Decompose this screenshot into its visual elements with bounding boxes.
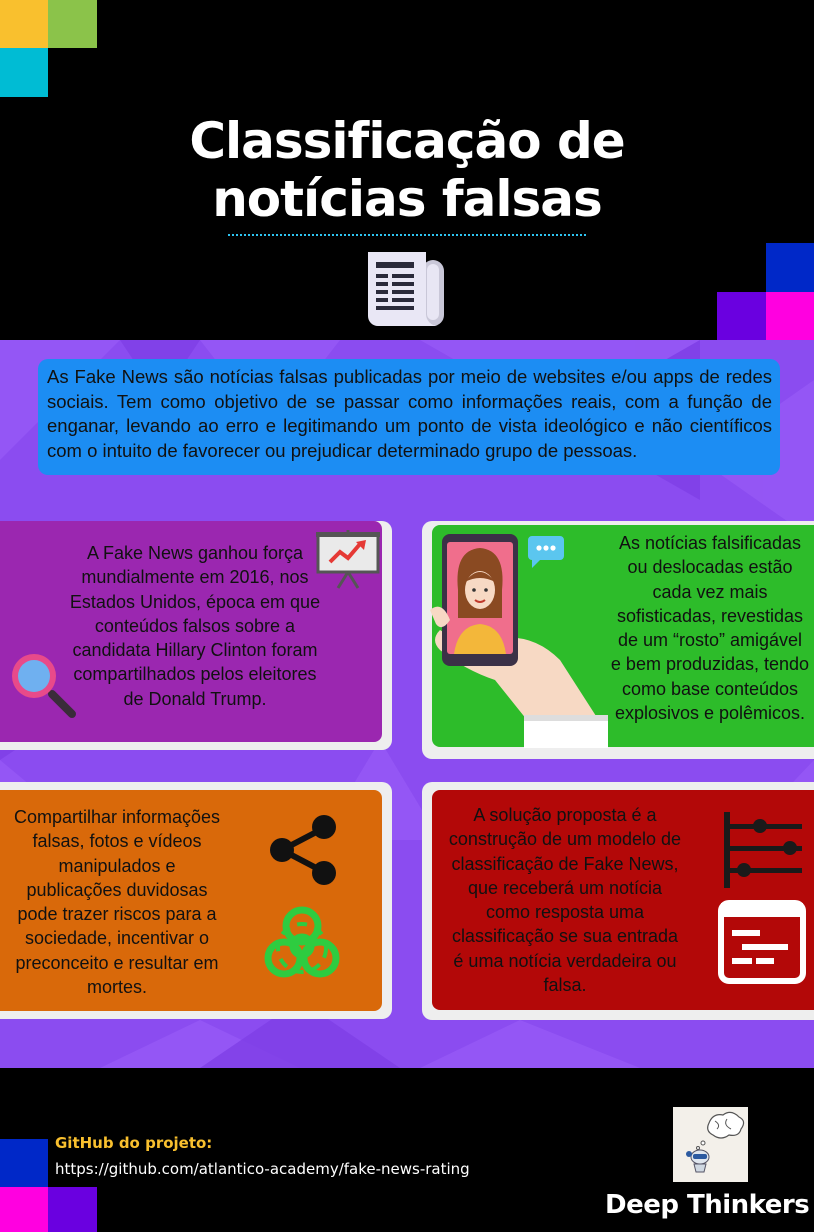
intro-text: As Fake News são notícias falsas publica… <box>47 366 772 461</box>
card-solution-line: como resposta uma <box>485 902 645 923</box>
card-risks-line: manipulados e <box>58 855 176 876</box>
card-risks-line: pode trazer riscos para a <box>17 904 217 925</box>
card-sophistication-line: explosivos e polêmicos. <box>614 703 806 724</box>
card-solution-line: A solução proposta é a <box>473 805 657 825</box>
presentation-chart-icon <box>316 530 380 590</box>
team-name: Deep Thinkers <box>605 1190 810 1220</box>
share-icon <box>268 814 340 886</box>
card-history-line: de Donald Trump. <box>123 688 267 709</box>
dashboard-icon <box>718 900 806 984</box>
corner-square-green <box>48 0 97 48</box>
robot-logo-icon <box>673 1107 748 1182</box>
magnifier-icon <box>8 650 78 720</box>
card-sophistication-line: e bem produzidas, tendo <box>610 654 810 675</box>
github-link[interactable]: https://github.com/atlantico-academy/fak… <box>55 1160 470 1178</box>
footer-square-blue <box>0 1139 48 1187</box>
page-title-line2: notícias falsas <box>212 170 603 228</box>
corner-square-cyan <box>0 48 48 97</box>
page-title: Classificação de notícias falsas <box>0 112 814 228</box>
smartphone-user-icon <box>430 530 610 748</box>
card-history-line: mundialmente em 2016, nos <box>81 567 309 588</box>
card-risks-line: mortes. <box>86 977 147 998</box>
card-risks-line: sociedade, incentivar o <box>24 928 210 949</box>
card-solution-text: A solução proposta é a construção de um … <box>440 803 690 997</box>
card-solution-line: classificação de Fake News, <box>451 853 679 874</box>
card-solution-line: construção de um modelo de <box>448 829 682 850</box>
card-solution-line: falsa. <box>543 975 587 996</box>
card-history-line: conteúdos falsos sobre a <box>94 615 296 636</box>
card-sophistication-text: As notícias falsificadas ou deslocadas e… <box>605 531 814 725</box>
card-sophistication-line: As notícias falsificadas <box>618 533 802 553</box>
card-history-line: compartilhados pelos eleitores <box>73 664 317 685</box>
corner-square-violet <box>717 292 766 340</box>
page-title-line1: Classificação de <box>189 112 625 170</box>
card-sophistication-line: ou deslocadas estão <box>627 557 793 578</box>
card-solution-line: que receberá um notícia <box>467 877 663 898</box>
card-solution-line: é uma notícia verdadeira ou <box>453 950 677 971</box>
corner-square-yellow <box>0 0 48 48</box>
card-sophistication-line: sofisticadas, revestidas <box>616 605 804 626</box>
corner-square-blue <box>766 243 814 292</box>
card-history-text: A Fake News ganhou força mundialmente em… <box>60 541 330 711</box>
card-risks-line: publicações duvidosas <box>26 879 208 900</box>
card-history-line: candidata Hillary Clinton foram <box>72 640 318 661</box>
chat-bubble-icon <box>528 534 564 568</box>
card-risks-line: Compartilhar informações <box>13 807 221 827</box>
card-risks-text: Compartilhar informações falsas, fotos e… <box>0 805 234 999</box>
intro-box: As Fake News são notícias falsas publica… <box>38 359 780 475</box>
slider-icon <box>722 810 806 890</box>
newspaper-icon <box>366 250 448 328</box>
card-sophistication-line: como base conteúdos <box>621 678 799 699</box>
card-risks-line: preconceito e resultar em <box>15 952 219 973</box>
card-sophistication-line: cada vez mais <box>652 581 768 602</box>
card-sophistication-line: de um “rosto” amigável <box>617 630 803 651</box>
footer-square-violet <box>48 1187 97 1232</box>
card-history-line: Estados Unidos, época em que <box>69 591 321 612</box>
title-underline <box>228 234 586 236</box>
corner-square-magenta <box>766 292 814 340</box>
card-history-line: A Fake News ganhou força <box>86 543 304 563</box>
biohazard-icon <box>262 906 342 982</box>
card-solution-line: classificação se sua entrada <box>451 926 679 947</box>
github-label: GitHub do projeto: <box>55 1134 213 1152</box>
card-risks-line: falsas, fotos e vídeos <box>32 831 202 852</box>
footer-square-magenta <box>0 1187 48 1232</box>
